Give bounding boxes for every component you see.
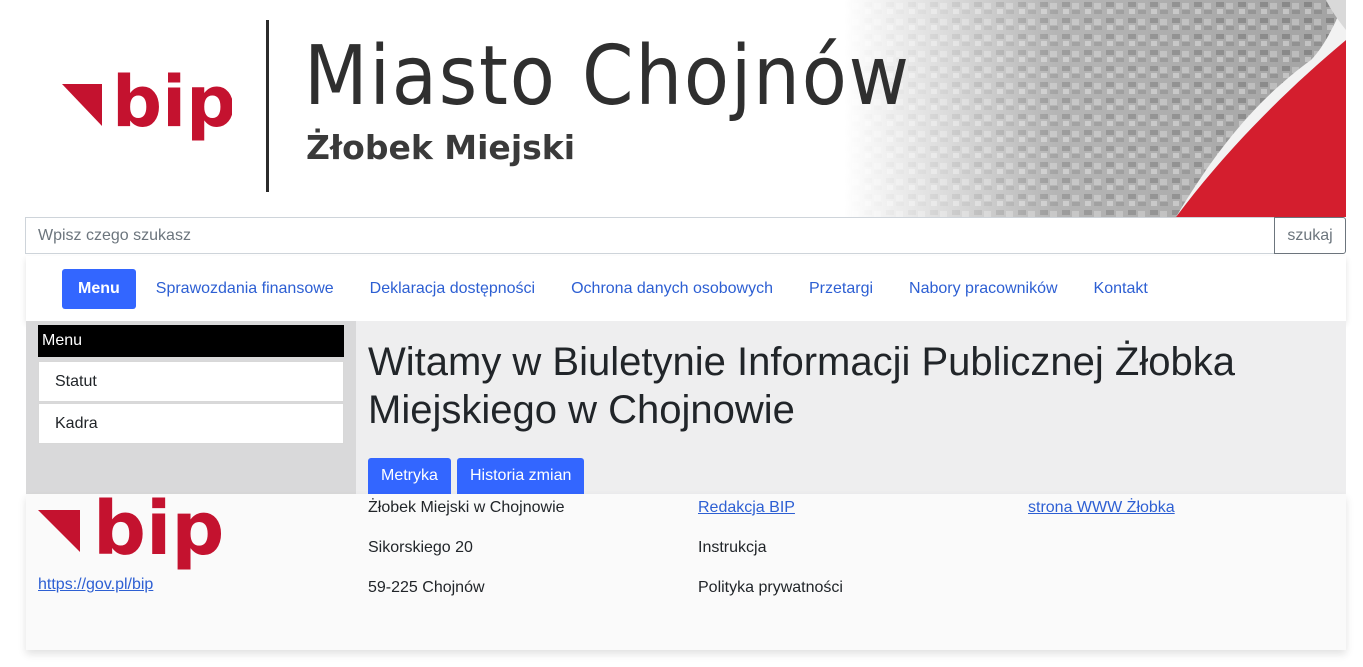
search-input[interactable] — [25, 217, 1274, 254]
header-banner: bip Miasto Chojnów Żłobek Miejski — [26, 0, 1346, 217]
nav-link-sprawozdania[interactable]: Sprawozdania finansowe — [156, 280, 334, 298]
footer-link-redakcja[interactable]: Redakcja BIP — [698, 499, 795, 517]
nav-link-deklaracja[interactable]: Deklaracja dostępności — [370, 280, 535, 298]
footer-address-city: 59-225 Chojnów — [368, 579, 485, 596]
footer-address-name: Żłobek Miejski w Chojnowie — [368, 499, 565, 516]
main-navigation: Menu Sprawozdania finansowe Deklaracja d… — [26, 256, 1346, 321]
nav-link-kontakt[interactable]: Kontakt — [1094, 280, 1148, 298]
footer-bip-link[interactable]: https://gov.pl/bip — [38, 576, 153, 594]
nav-link-ochrona-danych[interactable]: Ochrona danych osobowych — [571, 280, 773, 298]
city-name: Miasto Chojnów — [304, 29, 911, 124]
nav-link-nabory[interactable]: Nabory pracowników — [909, 280, 1058, 298]
page-title: Witamy w Biuletynie Informacji Publiczne… — [368, 340, 1235, 432]
footer — [26, 494, 1346, 650]
footer-bip-logo: bip — [38, 496, 223, 572]
search-bar: szukaj — [25, 217, 1346, 254]
footer-link-www[interactable]: strona WWW Żłobka — [1028, 499, 1175, 517]
svg-text:bip: bip — [93, 496, 223, 572]
header-divider — [266, 20, 269, 192]
institution-name: Żłobek Miejski — [306, 128, 576, 167]
footer-address-street: Sikorskiego 20 — [368, 539, 473, 556]
bip-logo: bip — [62, 68, 232, 143]
historia-zmian-button[interactable]: Historia zmian — [457, 458, 585, 494]
metryka-button[interactable]: Metryka — [368, 458, 451, 494]
sidebar-heading: Menu — [38, 325, 344, 357]
svg-text:bip: bip — [112, 68, 232, 143]
sidebar-item-statut[interactable]: Statut — [38, 361, 344, 402]
sidebar-item-kadra[interactable]: Kadra — [38, 403, 344, 444]
search-button[interactable]: szukaj — [1274, 217, 1346, 254]
nav-link-przetargi[interactable]: Przetargi — [809, 280, 873, 298]
footer-item-polityka[interactable]: Polityka prywatności — [698, 579, 843, 597]
footer-item-instrukcja[interactable]: Instrukcja — [698, 539, 766, 557]
menu-button[interactable]: Menu — [62, 268, 136, 309]
